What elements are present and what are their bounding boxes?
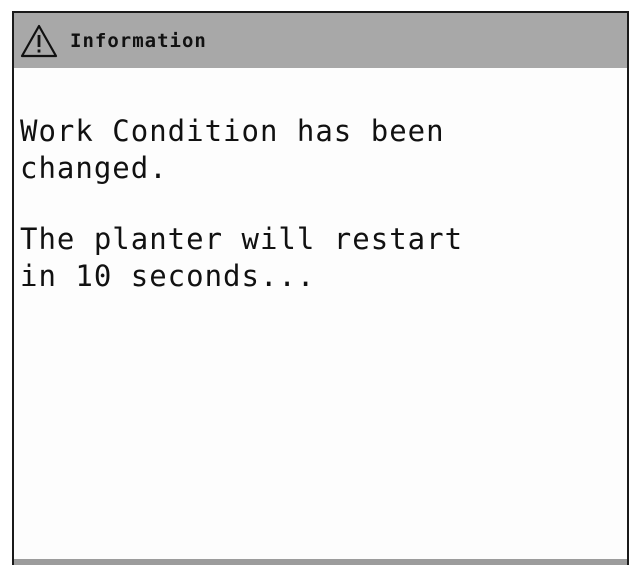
dialog-body: Work Condition has been changed. The pla… bbox=[20, 113, 621, 329]
restart-countdown-message: The planter will restart in 10 seconds..… bbox=[20, 222, 464, 293]
dialog-title: Information bbox=[70, 29, 207, 52]
dialog-header: Information bbox=[14, 13, 627, 68]
dialog-bottom-bar bbox=[14, 559, 627, 565]
information-dialog: Information Work Condition has been chan… bbox=[12, 11, 629, 565]
warning-triangle-icon bbox=[20, 24, 58, 58]
work-condition-message: Work Condition has been changed. bbox=[20, 114, 445, 185]
